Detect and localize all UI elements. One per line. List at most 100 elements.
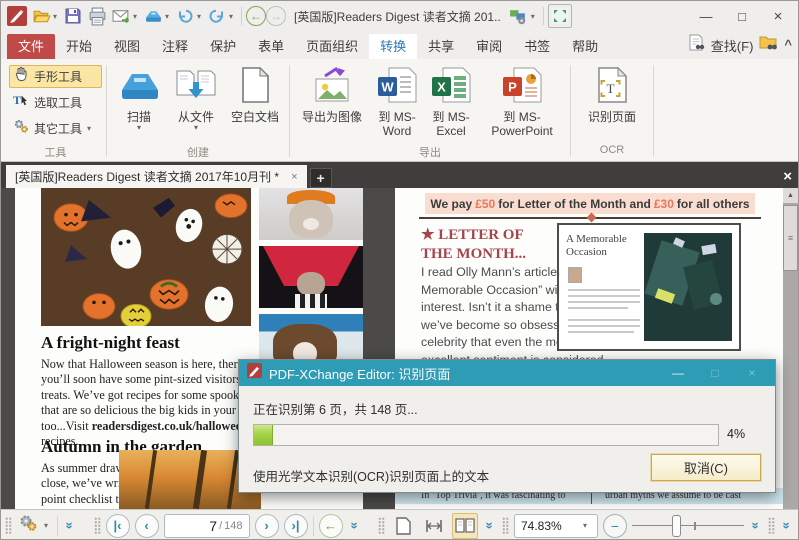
single-page-view-button[interactable]: [390, 513, 416, 539]
redo-button[interactable]: [205, 4, 229, 28]
ocr-status-text: 正在识别第 6 页，共 148 页...: [253, 399, 418, 418]
zoom-level-select[interactable]: 74.83% ▾: [514, 514, 598, 538]
email-button[interactable]: [109, 4, 133, 28]
tab-view[interactable]: 视图: [103, 34, 151, 59]
expand-toolbar-icon[interactable]: [749, 519, 764, 533]
document-viewport[interactable]: A fright-night feast Now that Halloween …: [1, 188, 798, 509]
to-excel-button[interactable]: X 到 MS-Excel: [425, 63, 477, 139]
fit-page-button[interactable]: [421, 513, 447, 539]
tab-help[interactable]: 帮助: [561, 34, 609, 59]
search-folder-icon[interactable]: [759, 34, 778, 56]
last-page-button[interactable]: [284, 514, 308, 538]
tab-organize[interactable]: 页面组织: [295, 34, 369, 59]
close-document-icon[interactable]: ×: [783, 168, 792, 185]
scanner-icon: [117, 66, 161, 109]
expand-toolbar-icon[interactable]: [347, 519, 362, 533]
zoom-slider-handle[interactable]: [672, 515, 681, 537]
tab-home[interactable]: 开始: [55, 34, 103, 59]
previous-view-button[interactable]: [319, 514, 343, 538]
find-label[interactable]: 查找(F): [711, 36, 754, 55]
history-forward-icon[interactable]: →: [266, 6, 286, 26]
next-page-button[interactable]: [255, 514, 279, 538]
tab-bookmarks[interactable]: 书签: [513, 34, 561, 59]
divider: [57, 516, 58, 536]
dialog-minimize-button[interactable]: —: [663, 366, 693, 380]
toolbar-grip[interactable]: [378, 517, 385, 535]
from-file-button[interactable]: 从文件 ▾: [168, 63, 224, 131]
two-page-view-button[interactable]: [452, 513, 478, 539]
collapse-ribbon-icon[interactable]: [784, 36, 792, 54]
from-file-dropdown-icon: ▾: [194, 125, 198, 131]
gear-tool-icon: [13, 118, 29, 139]
svg-text:T: T: [13, 93, 21, 107]
first-page-button[interactable]: [106, 514, 130, 538]
to-word-button[interactable]: W 到 MS-Word: [371, 63, 423, 139]
other-tools-button[interactable]: 其它工具 ▾: [9, 117, 102, 140]
expand-toolbar-icon[interactable]: [780, 519, 795, 533]
tab-comment[interactable]: 注释: [151, 34, 199, 59]
tab-review[interactable]: 审阅: [465, 34, 513, 59]
save-button[interactable]: [61, 4, 85, 28]
redo-dropdown-icon[interactable]: ▾: [229, 12, 237, 21]
ocr-pages-button[interactable]: T 识别页面: [576, 63, 648, 125]
hand-tool-icon: [13, 66, 29, 87]
fullscreen-icon[interactable]: [548, 4, 572, 28]
session-dropdown-icon[interactable]: ▾: [531, 12, 539, 21]
open-file-button[interactable]: [29, 4, 53, 28]
toolbar-grip[interactable]: [94, 517, 101, 535]
cancel-button[interactable]: 取消(C): [651, 454, 761, 481]
blank-document-button[interactable]: 空白文档: [226, 63, 284, 125]
tab-close-icon[interactable]: ×: [291, 171, 297, 183]
session-manager-icon[interactable]: [507, 4, 531, 28]
scrollbar-thumb[interactable]: ≡: [783, 205, 798, 271]
status-bar: ▾ 7 / 148 74.83% ▾: [1, 509, 798, 540]
zoom-out-button[interactable]: [603, 514, 627, 538]
scan-ribbon-button[interactable]: 扫描 ▾: [112, 63, 166, 131]
undo-button[interactable]: [173, 4, 197, 28]
window-title: [英国版]Readers Digest 读者文摘 201..: [294, 8, 501, 25]
toolbar-grip[interactable]: [502, 517, 509, 535]
letter-title-line1: ★ LETTER OF: [421, 226, 526, 245]
minimize-button[interactable]: —: [688, 3, 724, 29]
progress-bar: [253, 424, 719, 446]
page-number-input[interactable]: 7 / 148: [164, 514, 250, 538]
previous-page-button[interactable]: [135, 514, 159, 538]
maximize-button[interactable]: □: [724, 3, 760, 29]
export-image-button[interactable]: 导出为图像: [295, 63, 369, 125]
tab-convert[interactable]: 转换: [369, 34, 417, 59]
tab-protect[interactable]: 保护: [199, 34, 247, 59]
excel-icon: X: [430, 66, 472, 109]
select-tool-button[interactable]: T 选取工具: [9, 91, 102, 114]
expand-toolbar-icon[interactable]: [63, 519, 78, 533]
tab-file[interactable]: 文件: [7, 34, 55, 59]
dialog-maximize-button: □: [700, 366, 730, 380]
scan-dropdown-icon[interactable]: ▾: [165, 12, 173, 21]
close-button[interactable]: ×: [760, 3, 796, 29]
vertical-scrollbar[interactable]: ≡: [783, 188, 798, 509]
settings-gears-icon[interactable]: [17, 513, 39, 538]
settings-dropdown-icon[interactable]: ▾: [44, 521, 52, 530]
new-tab-button[interactable]: +: [310, 168, 332, 188]
select-tool-icon: T: [13, 92, 29, 113]
to-powerpoint-button[interactable]: P 到 MS-PowerPoint: [479, 63, 565, 139]
expand-toolbar-icon[interactable]: [483, 519, 498, 533]
tab-form[interactable]: 表单: [247, 34, 295, 59]
ocr-progress-dialog: PDF-XChange Editor: 识别页面 — □ × 正在识别第 6 页…: [238, 359, 776, 493]
find-icon[interactable]: [688, 34, 705, 56]
email-dropdown-icon[interactable]: ▾: [133, 12, 141, 21]
scan-dropdown-icon: ▾: [137, 125, 141, 131]
hand-tool-button[interactable]: 手形工具: [9, 65, 102, 88]
memorable-occasion-inset: A Memorable Occasion: [557, 223, 741, 351]
tab-share[interactable]: 共享: [417, 34, 465, 59]
scan-button[interactable]: [141, 4, 165, 28]
scrollbar-up-button[interactable]: [783, 188, 798, 203]
document-tab[interactable]: [英国版]Readers Digest 读者文摘 2017年10月刊 * ×: [6, 165, 307, 188]
open-dropdown-icon[interactable]: ▾: [53, 12, 61, 21]
zoom-slider[interactable]: [632, 514, 744, 538]
toolbar-grip[interactable]: [5, 517, 12, 535]
history-back-icon[interactable]: ←: [246, 6, 266, 26]
print-button[interactable]: [85, 4, 109, 28]
undo-dropdown-icon[interactable]: ▾: [197, 12, 205, 21]
toolbar-grip[interactable]: [768, 517, 775, 535]
dialog-title-bar[interactable]: PDF-XChange Editor: 识别页面 — □ ×: [239, 360, 775, 386]
